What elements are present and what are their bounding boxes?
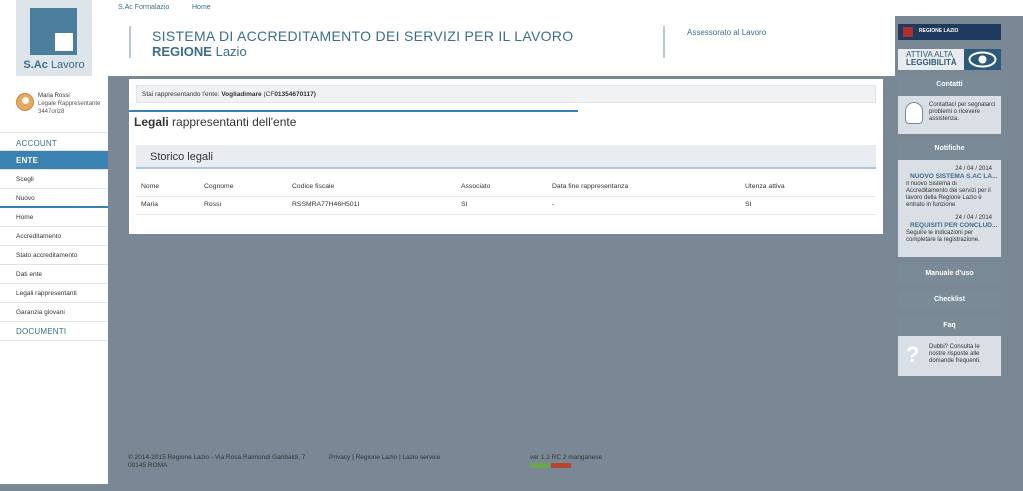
- region-label: REGIONE: [152, 44, 212, 59]
- cell-utenza-attiva: SI: [745, 201, 752, 208]
- avatar: [16, 93, 34, 111]
- sidebar-item-ente[interactable]: ENTE: [0, 151, 108, 170]
- notifiche-box: Notifiche 24 / 04 / 2014 NUOVO SISTEMA S…: [898, 140, 1001, 257]
- column-header: Data fine rappresentanza: [552, 183, 629, 190]
- notification-title[interactable]: REQUISITI PER CONCLUD...: [910, 222, 997, 229]
- cell-codice-fiscale: RSSMRA77H46H501I: [292, 201, 360, 208]
- version-text: ver 1.2 RC 2 manganese: [530, 454, 603, 461]
- high-readability-toggle[interactable]: ATTIVA ALTA LEGGIBILITÀ: [898, 49, 1001, 70]
- logo-brand: S.Ac: [23, 59, 48, 71]
- table-row[interactable]: Maria Rossi RSSMRA77H46H501I SI - SI: [136, 197, 876, 215]
- section-header: Storico legali: [136, 145, 876, 169]
- sidebar-item-documenti[interactable]: DOCUMENTI: [0, 322, 108, 341]
- sidebar-item-garanzia-giovani[interactable]: Garanzia giovani: [0, 303, 108, 322]
- main-content: Stai rappresentando l'ente: Vogliadimare…: [129, 79, 883, 234]
- regione-lazio-label: REGIONE LAZIO: [919, 28, 959, 34]
- footer-links[interactable]: Privacy | Regione Lazio | Lazio service: [329, 454, 440, 461]
- checklist-button[interactable]: Checklist: [898, 290, 1001, 310]
- assessorato-link[interactable]: Assessorato al Lavoro: [687, 28, 766, 37]
- column-header: Codice fiscale: [292, 183, 335, 190]
- cell-associato: SI: [461, 201, 468, 208]
- top-nav: S.Ac Formalazio Home: [108, 0, 1023, 16]
- regione-lazio-logo-icon: [903, 27, 913, 37]
- user-name: Maria Rossi: [38, 93, 70, 99]
- page-title-rest: rappresentanti dell'ente: [172, 115, 297, 129]
- validation-badge-icon: [551, 463, 571, 468]
- page-title-bold: Legali: [134, 115, 169, 129]
- sidebar-item-legali-rappresentanti[interactable]: Legali rappresentanti: [0, 284, 108, 303]
- cf-value: 01354670117): [274, 91, 316, 98]
- notification-text: Il nuovo Sistema di Accreditamento dei s…: [906, 181, 991, 208]
- manuale-button[interactable]: Manuale d'uso: [898, 264, 1001, 284]
- notification-date: 24 / 04 / 2014: [955, 166, 992, 172]
- sidebar-item-accreditamento[interactable]: Accreditamento: [0, 227, 108, 246]
- sidebar-item-dati-ente[interactable]: Dati ente: [0, 265, 108, 284]
- logo-suffix: Lavoro: [50, 59, 85, 71]
- system-title: SISTEMA DI ACCREDITAMENTO DEI SERVIZI PE…: [152, 28, 574, 44]
- cell-cognome: Rossi: [204, 201, 221, 208]
- region-name: Lazio: [215, 44, 247, 59]
- header-divider: [663, 26, 665, 58]
- right-panel: REGIONE LAZIO ATTIVA ALTA LEGGIBILITÀ Co…: [898, 0, 1001, 448]
- notification-title[interactable]: NUOVO SISTEMA S.AC LA...: [910, 173, 998, 180]
- cell-nome: Maria: [141, 201, 158, 208]
- tab-indicator: [129, 110, 578, 112]
- ente-name: Vogliadimare: [221, 91, 262, 98]
- sidebar-item-scegli[interactable]: Scegli: [0, 170, 108, 189]
- user-role: Legale Rappresentante: [38, 101, 101, 107]
- sidebar-item-nuovo[interactable]: Nuovo: [0, 189, 108, 208]
- sac-logo-icon: [30, 8, 77, 55]
- cell-data-fine: -: [552, 201, 555, 208]
- cf-prefix: (CF: [263, 91, 275, 98]
- user-card: Maria Rossi Legale Rappresentante 3447or…: [16, 92, 108, 118]
- contatti-text: Contattaci per segnalarci problemi o ric…: [929, 102, 996, 122]
- column-header: Cognome: [204, 183, 234, 190]
- sidebar-item-home[interactable]: Home: [0, 208, 108, 227]
- notification-date: 24 / 04 / 2014: [955, 215, 992, 221]
- legali-table: Nome Cognome Codice fiscale Associato Da…: [136, 179, 876, 215]
- question-mark-icon: ?: [906, 342, 920, 367]
- header-divider: [129, 26, 131, 58]
- faq-header[interactable]: Faq: [898, 316, 1001, 336]
- home-link[interactable]: Home: [192, 4, 211, 11]
- column-header: Utenza attiva: [745, 183, 785, 190]
- representing-prefix: Stai rappresentando l'ente:: [142, 91, 220, 98]
- contatti-header[interactable]: Contatti: [898, 76, 1001, 96]
- contatti-box: Contatti Contattaci per segnalarci probl…: [898, 76, 1001, 134]
- sidebar-item-stato-accreditamento[interactable]: Stato accreditamento: [0, 246, 108, 265]
- sidebar: S.Ac Lavoro Maria Rossi Legale Rappresen…: [0, 0, 108, 484]
- site-link[interactable]: S.Ac Formalazio: [118, 4, 169, 11]
- notifiche-header[interactable]: Notifiche: [898, 140, 1001, 160]
- faq-text: Dubbi? Consulta le nostre risposte alle …: [929, 344, 981, 364]
- regione-lazio-banner[interactable]: REGIONE LAZIO: [898, 24, 1001, 40]
- sidebar-item-account[interactable]: ACCOUNT: [0, 132, 108, 151]
- headset-icon: [905, 102, 923, 124]
- validation-badge-icon: [531, 463, 549, 468]
- footer: © 2014-2015 Regione Lazio - Via Rosa Rai…: [108, 448, 1023, 484]
- address-text: 00145 ROMA: [128, 461, 168, 469]
- page-title: Legali rappresentanti dell'ente: [134, 115, 296, 129]
- page-header: SISTEMA DI ACCREDITAMENTO DEI SERVIZI PE…: [108, 16, 895, 76]
- table-header-row: Nome Cognome Codice fiscale Associato Da…: [136, 179, 876, 197]
- copyright-text: © 2014-2015 Regione Lazio - Via Rosa Rai…: [128, 454, 306, 461]
- column-header: Associato: [461, 183, 491, 190]
- readability-line2: LEGGIBILITÀ: [906, 58, 957, 67]
- faq-box: Faq ? Dubbi? Consulta le nostre risposte…: [898, 316, 1001, 376]
- notification-text: Seguire le indicazioni per completare la…: [906, 230, 980, 243]
- user-id: 3447oriz8: [38, 109, 65, 115]
- eye-icon: [964, 49, 1001, 70]
- column-header: Nome: [141, 183, 160, 190]
- logo[interactable]: S.Ac Lavoro: [16, 0, 92, 76]
- bottom-bar: [0, 484, 1023, 491]
- representing-bar: Stai rappresentando l'ente: Vogliadimare…: [136, 85, 876, 103]
